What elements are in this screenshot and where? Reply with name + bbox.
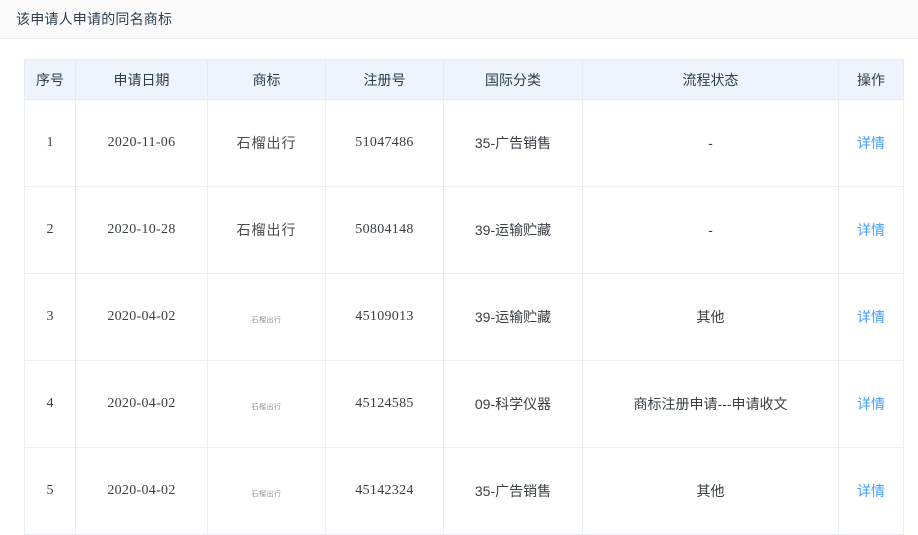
- same-name-trademark-table: 序号 申请日期 商标 注册号 国际分类 流程状态 操作 1 2020-11-06…: [24, 59, 904, 535]
- cell-action: 详情: [838, 360, 904, 448]
- page-title: 该申请人申请的同名商标: [16, 11, 173, 27]
- cell-international-class: 39-运输贮藏: [443, 273, 583, 361]
- table-row: 1 2020-11-06 石榴出行 51047486 35-广告销售 - 详情: [24, 99, 904, 187]
- column-header-date: 申请日期: [75, 59, 208, 100]
- cell-index: 2: [24, 186, 76, 274]
- detail-link[interactable]: 详情: [857, 483, 885, 499]
- table-body: 1 2020-11-06 石榴出行 51047486 35-广告销售 - 详情 …: [24, 99, 904, 535]
- table-row: 4 2020-04-02 石榴出行 45124585 09-科学仪器 商标注册申…: [24, 360, 904, 448]
- cell-date: 2020-04-02: [75, 447, 208, 535]
- column-header-mark: 商标: [207, 59, 326, 100]
- cell-mark: 石榴出行: [207, 186, 326, 274]
- cell-international-class: 35-广告销售: [443, 99, 583, 187]
- cell-process-status: 其他: [582, 447, 839, 535]
- cell-international-class: 35-广告销售: [443, 447, 583, 535]
- cell-process-status: 商标注册申请---申请收文: [582, 360, 839, 448]
- cell-international-class: 09-科学仪器: [443, 360, 583, 448]
- cell-registration-number: 45124585: [325, 360, 444, 448]
- cell-mark: 石榴出行: [207, 99, 326, 187]
- cell-date: 2020-04-02: [75, 273, 208, 361]
- cell-action: 详情: [838, 447, 904, 535]
- cell-action: 详情: [838, 273, 904, 361]
- cell-mark: 石榴出行: [207, 273, 326, 361]
- table-container: 序号 申请日期 商标 注册号 国际分类 流程状态 操作 1 2020-11-06…: [0, 39, 918, 535]
- detail-link[interactable]: 详情: [857, 396, 885, 412]
- cell-date: 2020-10-28: [75, 186, 208, 274]
- table-header-row: 序号 申请日期 商标 注册号 国际分类 流程状态 操作: [24, 59, 904, 100]
- column-header-action: 操作: [838, 59, 904, 100]
- cell-index: 3: [24, 273, 76, 361]
- cell-process-status: 其他: [582, 273, 839, 361]
- table-header: 序号 申请日期 商标 注册号 国际分类 流程状态 操作: [24, 59, 904, 100]
- cell-index: 1: [24, 99, 76, 187]
- column-header-regno: 注册号: [325, 59, 444, 100]
- cell-registration-number: 50804148: [325, 186, 444, 274]
- cell-index: 4: [24, 360, 76, 448]
- detail-link[interactable]: 详情: [857, 222, 885, 238]
- column-header-status: 流程状态: [582, 59, 839, 100]
- column-header-class: 国际分类: [443, 59, 583, 100]
- cell-date: 2020-04-02: [75, 360, 208, 448]
- cell-mark: 石榴出行: [207, 360, 326, 448]
- cell-mark: 石榴出行: [207, 447, 326, 535]
- trademark-name: 石榴出行: [236, 224, 297, 239]
- table-row: 2 2020-10-28 石榴出行 50804148 39-运输贮藏 - 详情: [24, 186, 904, 274]
- cell-registration-number: 51047486: [325, 99, 444, 187]
- detail-link[interactable]: 详情: [857, 309, 885, 325]
- detail-link[interactable]: 详情: [857, 135, 885, 151]
- cell-date: 2020-11-06: [75, 99, 208, 187]
- cell-international-class: 39-运输贮藏: [443, 186, 583, 274]
- trademark-image: 石榴出行: [251, 490, 282, 498]
- trademark-image: 石榴出行: [251, 403, 282, 411]
- trademark-name: 石榴出行: [236, 137, 297, 152]
- trademark-image: 石榴出行: [251, 316, 282, 324]
- cell-index: 5: [24, 447, 76, 535]
- cell-action: 详情: [838, 186, 904, 274]
- table-row: 5 2020-04-02 石榴出行 45142324 35-广告销售 其他 详情: [24, 447, 904, 535]
- table-row: 3 2020-04-02 石榴出行 45109013 39-运输贮藏 其他 详情: [24, 273, 904, 361]
- cell-process-status: -: [582, 186, 839, 274]
- cell-registration-number: 45142324: [325, 447, 444, 535]
- cell-registration-number: 45109013: [325, 273, 444, 361]
- column-header-index: 序号: [24, 59, 76, 100]
- cell-process-status: -: [582, 99, 839, 187]
- panel-header: 该申请人申请的同名商标: [0, 0, 918, 39]
- cell-action: 详情: [838, 99, 904, 187]
